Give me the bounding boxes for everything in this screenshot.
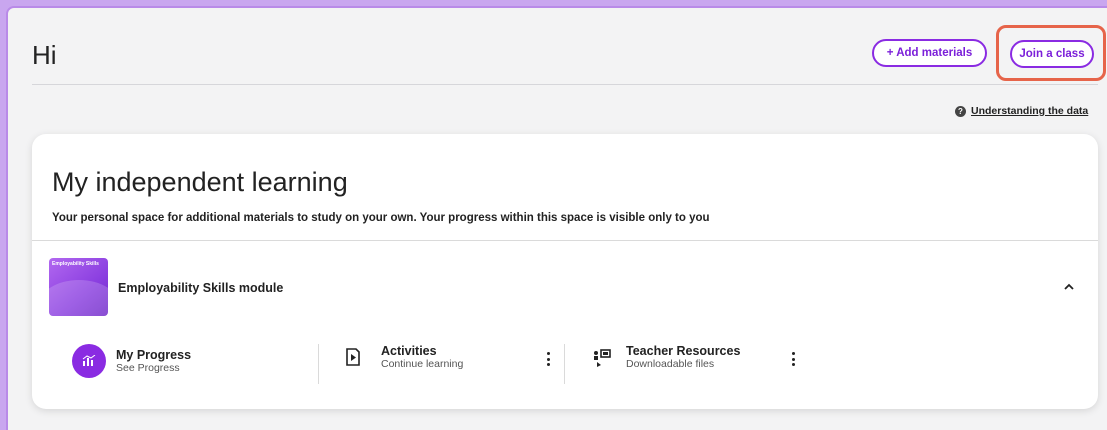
my-progress-tile[interactable]: My Progress See Progress — [72, 344, 191, 378]
module-name[interactable]: Employability Skills module — [118, 281, 283, 295]
teacher-resources-title: Teacher Resources — [626, 344, 741, 358]
teacher-resources-subtitle: Downloadable files — [626, 358, 715, 370]
teacher-resources-tile[interactable]: Teacher Resources Downloadable files — [592, 344, 740, 370]
thumbnail-label: Employability Skills — [52, 261, 99, 267]
tile-separator — [318, 344, 319, 384]
understanding-data-link[interactable]: ? Understanding the data — [955, 105, 1088, 117]
play-file-icon — [345, 348, 361, 366]
thumbnail-swoosh — [49, 280, 108, 316]
activities-tile[interactable]: Activities Continue learning — [345, 344, 463, 370]
module-thumbnail[interactable]: Employability Skills — [49, 258, 108, 316]
independent-learning-card: My independent learning Your personal sp… — [32, 134, 1098, 409]
activities-more-icon[interactable] — [545, 352, 551, 366]
teacher-resources-icon — [592, 347, 612, 367]
tile-separator — [564, 344, 565, 384]
progress-icon — [72, 344, 106, 378]
activities-title: Activities — [381, 344, 437, 358]
teacher-resources-more-icon[interactable] — [790, 352, 796, 366]
help-icon: ? — [955, 105, 966, 117]
greeting-title: Hi — [32, 40, 57, 70]
my-progress-title: My Progress — [116, 348, 192, 362]
my-progress-subtitle: See Progress — [116, 362, 180, 374]
card-subtitle: Your personal space for additional mater… — [52, 212, 710, 224]
join-class-button[interactable]: Join a class — [1010, 40, 1094, 68]
understanding-data-label: Understanding the data — [971, 105, 1089, 117]
card-divider — [32, 240, 1098, 241]
chevron-up-icon[interactable] — [1062, 279, 1076, 293]
card-title: My independent learning — [52, 167, 348, 197]
add-materials-button[interactable]: + Add materials — [872, 39, 987, 67]
header-divider — [32, 84, 1098, 85]
activities-subtitle: Continue learning — [381, 358, 464, 370]
